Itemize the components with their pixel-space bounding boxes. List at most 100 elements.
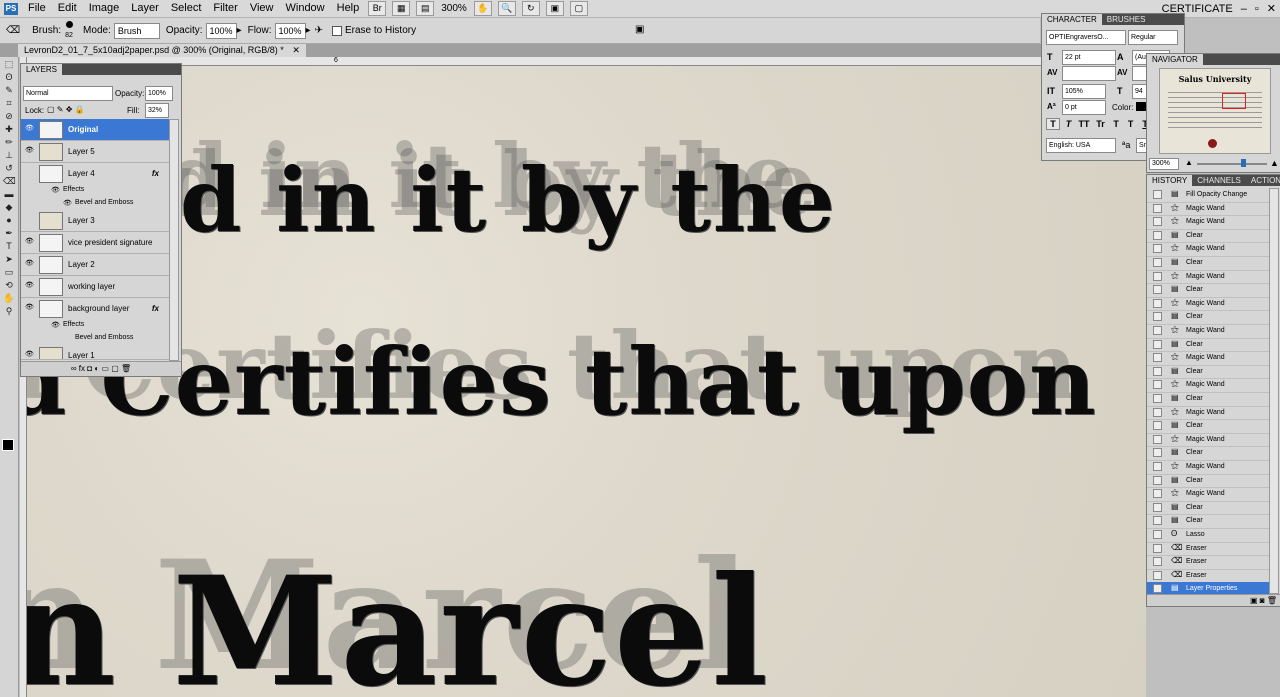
history-item[interactable]: ▤ Clear	[1147, 365, 1271, 380]
history-item[interactable]: ▤ Clear	[1147, 338, 1271, 353]
bridge-icon[interactable]: Br	[368, 1, 387, 16]
tab-navigator[interactable]: NAVIGATOR	[1147, 54, 1203, 65]
eye-icon[interactable]: 👁	[25, 282, 34, 289]
tablet-pressure-icon[interactable]: ▣	[635, 24, 644, 35]
navigator-zoom-field[interactable]: 300%	[1149, 158, 1179, 170]
history-source-checkbox[interactable]	[1153, 203, 1162, 213]
layers-scrollbar[interactable]	[169, 119, 179, 361]
eye-icon[interactable]: 👁	[25, 125, 34, 132]
history-brush-icon[interactable]: ↺	[3, 163, 15, 174]
history-item[interactable]: ⌫ Eraser	[1147, 542, 1271, 557]
view-box-indicator[interactable]	[1222, 93, 1246, 109]
history-item[interactable]: ⚝ Magic Wand	[1147, 378, 1271, 393]
history-source-checkbox[interactable]	[1153, 285, 1162, 295]
dodge-tool-icon[interactable]: ●	[3, 215, 15, 226]
history-item[interactable]: ⚝ Magic Wand	[1147, 270, 1271, 285]
menu-layer[interactable]: Layer	[125, 0, 165, 17]
brush-preview[interactable]: 82	[61, 21, 77, 40]
lasso-tool-icon[interactable]: ʘ	[3, 72, 15, 83]
history-source-checkbox[interactable]	[1153, 244, 1162, 254]
history-source-checkbox[interactable]	[1153, 190, 1162, 199]
effects-row[interactable]: 👁 Effects	[21, 184, 171, 198]
eraser-tool-icon[interactable]: ⌫	[6, 25, 20, 36]
menu-view[interactable]: View	[244, 0, 280, 17]
brush-tool-icon[interactable]: ✏	[3, 137, 15, 148]
delete-state-icon[interactable]: 🗑	[1267, 596, 1277, 605]
zoom-in-icon[interactable]: ▲	[1270, 158, 1279, 168]
history-item[interactable]: ▤ Clear	[1147, 310, 1271, 325]
history-item[interactable]: ▤ Clear	[1147, 392, 1271, 407]
new-group-icon[interactable]: ▭	[101, 364, 109, 373]
effects-eye-icon[interactable]: 👁	[51, 186, 60, 194]
menu-file[interactable]: File	[22, 0, 52, 17]
faux-bold-button[interactable]: T	[1046, 118, 1060, 130]
menu-help[interactable]: Help	[331, 0, 366, 17]
gradient-tool-icon[interactable]: ▬	[3, 189, 15, 200]
opacity-arrow-icon[interactable]: ▸	[237, 25, 242, 36]
history-source-checkbox[interactable]	[1153, 353, 1162, 363]
type-tool-icon[interactable]: T	[3, 241, 15, 252]
eye-icon[interactable]: 👁	[25, 260, 34, 267]
kerning-field[interactable]	[1062, 66, 1116, 81]
zoom-slider-thumb[interactable]	[1241, 159, 1246, 167]
menu-filter[interactable]: Filter	[207, 0, 243, 17]
airbrush-icon[interactable]: ✈	[315, 25, 323, 36]
history-source-checkbox[interactable]	[1153, 380, 1162, 390]
foreground-color-swatch[interactable]	[2, 439, 14, 451]
clone-stamp-icon[interactable]: ⊥	[3, 150, 15, 161]
shape-tool-icon[interactable]: ▭	[3, 267, 15, 278]
fill-field[interactable]: 32%	[145, 103, 169, 118]
fx-icon[interactable]: fx	[152, 304, 159, 313]
history-source-checkbox[interactable]	[1153, 407, 1162, 417]
hand-tool-icon[interactable]: ✋	[473, 1, 492, 16]
history-item[interactable]: ⌫ Eraser	[1147, 569, 1271, 584]
history-source-checkbox[interactable]	[1153, 366, 1162, 376]
history-source-checkbox[interactable]	[1153, 217, 1162, 227]
history-source-checkbox[interactable]	[1153, 258, 1162, 267]
tab-brushes[interactable]: BRUSHES	[1102, 14, 1151, 25]
history-item[interactable]: ▤ Clear	[1147, 474, 1271, 489]
history-source-checkbox[interactable]	[1153, 230, 1162, 240]
history-source-checkbox[interactable]	[1153, 516, 1162, 526]
history-source-checkbox[interactable]	[1153, 312, 1162, 322]
layer-row[interactable]: Layer 4 fx	[21, 163, 171, 185]
navigator-preview[interactable]: Salus University	[1159, 68, 1271, 154]
history-item[interactable]: ▤ Clear	[1147, 229, 1271, 244]
quick-select-icon[interactable]: ✎	[3, 85, 15, 96]
crop-tool-icon[interactable]: ⌗	[3, 98, 15, 109]
baseline-field[interactable]: 0 pt	[1062, 100, 1106, 115]
history-item[interactable]: ʘ Lasso	[1147, 528, 1271, 543]
fx-icon[interactable]: fx	[152, 169, 159, 178]
history-item[interactable]: ▤ Fill Opacity Change	[1147, 188, 1271, 203]
blur-tool-icon[interactable]: ◆	[3, 202, 15, 213]
history-scrollbar[interactable]	[1269, 188, 1279, 594]
hand-icon[interactable]: ✋	[3, 293, 15, 304]
close-icon[interactable]: ✕	[1263, 2, 1280, 15]
mini-bridge-icon[interactable]: ▦	[392, 1, 411, 16]
history-item[interactable]: ▤ Clear	[1147, 419, 1271, 434]
bevel-row[interactable]: 👁 Bevel and Emboss	[21, 197, 171, 211]
tab-history[interactable]: HISTORY	[1147, 175, 1193, 186]
vertical-scale-field[interactable]: 105%	[1062, 84, 1106, 99]
bevel-eye-icon[interactable]: 👁	[63, 199, 72, 207]
eye-icon[interactable]: 👁	[25, 147, 34, 154]
subscript-button[interactable]: T	[1125, 119, 1137, 129]
zoom-slider[interactable]	[1197, 163, 1267, 165]
history-item[interactable]: ▤ Clear	[1147, 446, 1271, 461]
small-caps-button[interactable]: Tr	[1094, 119, 1108, 129]
faux-italic-button[interactable]: T	[1063, 119, 1075, 129]
close-tab-icon[interactable]: ✕	[292, 45, 300, 55]
bevel-row[interactable]: Bevel and Emboss	[21, 332, 171, 346]
history-source-checkbox[interactable]	[1153, 326, 1162, 335]
history-source-checkbox[interactable]	[1153, 298, 1162, 308]
rotate-view-icon[interactable]: ↻	[521, 1, 540, 16]
add-mask-icon[interactable]: ◘	[87, 364, 92, 373]
zoom-out-icon[interactable]: ▲	[1185, 158, 1193, 167]
history-source-checkbox[interactable]	[1153, 271, 1162, 281]
tab-channels[interactable]: CHANNELS	[1192, 175, 1246, 186]
guides-icon[interactable]: ▤	[416, 1, 435, 16]
screen-mode-icon[interactable]: ▢	[569, 1, 588, 16]
new-layer-icon[interactable]: ▢	[111, 364, 119, 373]
layer-row[interactable]: 👁 vice president signature	[21, 232, 171, 254]
history-item[interactable]: ⌫ Eraser	[1147, 555, 1271, 570]
